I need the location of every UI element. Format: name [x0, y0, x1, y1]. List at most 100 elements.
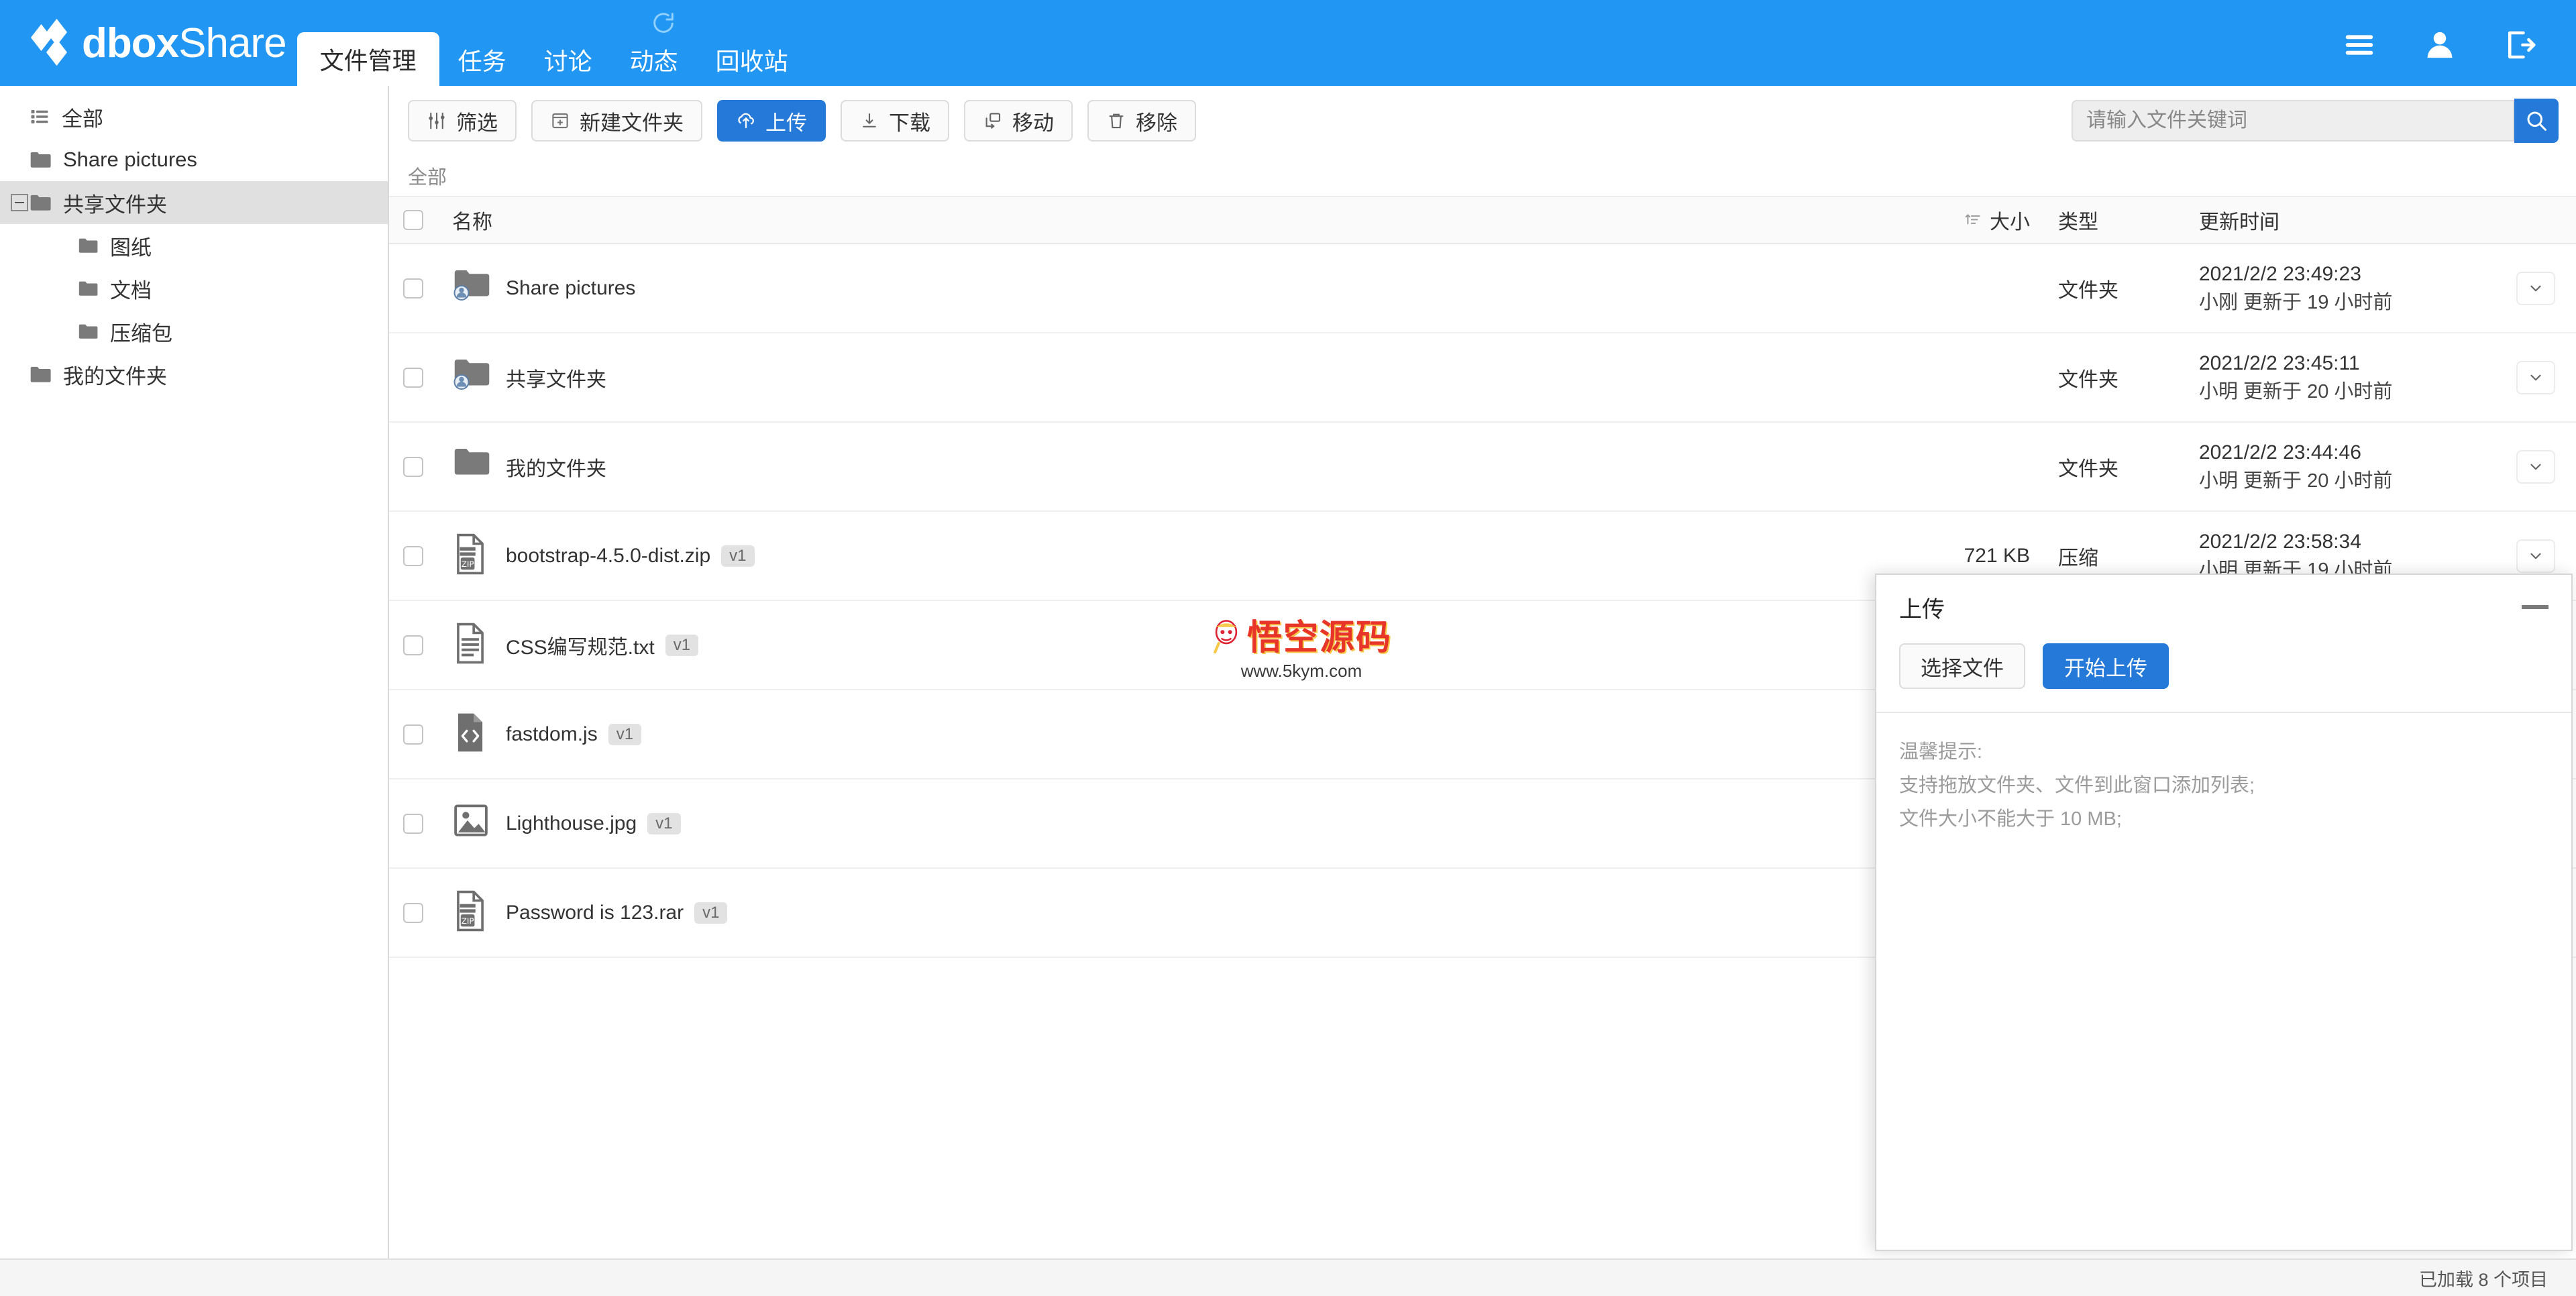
file-name: Lighthouse.jpg	[506, 812, 637, 834]
start-upload-button[interactable]: 开始上传	[2043, 643, 2169, 689]
folder-shared-icon	[452, 355, 492, 400]
tab-tasks[interactable]: 任务	[439, 34, 525, 86]
brand-text: dboxShare	[82, 20, 287, 66]
row-checkbox[interactable]	[403, 813, 423, 834]
download-icon	[863, 113, 876, 127]
brand-bold: dbox	[82, 20, 179, 66]
brand: dboxShare	[0, 19, 287, 86]
file-name: 共享文件夹	[506, 368, 606, 391]
column-header-size[interactable]: 大小	[1905, 205, 2046, 235]
user-icon[interactable]	[2422, 27, 2458, 63]
tip-line-2: 文件大小不能大于 10 MB;	[1899, 808, 2122, 830]
sidebar-item-all[interactable]: 全部	[0, 95, 388, 138]
row-type: 文件夹	[2058, 368, 2118, 391]
sidebar-item-documents[interactable]: 文档	[0, 267, 388, 310]
filter-button[interactable]: 筛选	[408, 100, 517, 142]
image-icon	[452, 801, 492, 847]
table-row[interactable]: Share pictures 文件夹 2021/2/2 23:49:23 小刚 …	[389, 244, 2576, 333]
tab-file-management[interactable]: 文件管理	[297, 32, 439, 86]
row-menu-button[interactable]	[2516, 271, 2555, 305]
row-checkbox[interactable]	[403, 545, 423, 566]
tab-recycle-bin[interactable]: 回收站	[697, 34, 807, 86]
loading-spinner-icon	[653, 13, 674, 33]
row-size: 721 KB	[1964, 544, 2030, 567]
chevron-down-icon	[2530, 464, 2541, 470]
tab-discussion[interactable]: 讨论	[525, 34, 611, 86]
row-name-cell: Lighthouse.jpg v1	[437, 801, 1905, 847]
row-checkbox[interactable]	[403, 902, 423, 923]
row-actions	[2496, 539, 2576, 573]
search-input[interactable]	[2072, 100, 2514, 142]
trash-icon	[1109, 113, 1124, 129]
new-folder-button[interactable]: 新建文件夹	[531, 100, 702, 142]
row-time: 2021/2/2 23:44:46 小明 更新于 20 小时前	[2180, 438, 2496, 496]
logout-icon[interactable]	[2502, 27, 2538, 63]
row-menu-button[interactable]	[2516, 539, 2555, 573]
folder-icon	[30, 366, 51, 383]
upload-button[interactable]: 上传	[717, 100, 826, 142]
column-header-name[interactable]: 名称	[437, 205, 1905, 235]
sidebar-item-share-pictures[interactable]: Share pictures	[0, 138, 388, 181]
breadcrumb[interactable]: 全部	[389, 156, 2576, 197]
minimize-icon[interactable]	[2522, 605, 2548, 609]
toolbar: 筛选 新建文件夹 上传 下载 移动 移除 请输入文件关键词	[389, 86, 2576, 156]
row-checkbox[interactable]	[403, 367, 423, 388]
row-checkbox[interactable]	[403, 278, 423, 299]
sidebar-item-archives[interactable]: 压缩包	[0, 310, 388, 353]
sidebar-item-my-folder[interactable]: 我的文件夹	[0, 353, 388, 396]
status-bar-text: 已加载 8 个项目	[2418, 1269, 2548, 1290]
column-header-size-label: 大小	[1990, 211, 2030, 233]
column-header-time[interactable]: 更新时间	[2180, 205, 2496, 235]
row-checkbox[interactable]	[403, 456, 423, 477]
tree-collapse-toggle[interactable]	[11, 194, 28, 211]
file-name: Share pictures	[506, 276, 636, 299]
table-row[interactable]: 我的文件夹 文件夹 2021/2/2 23:44:46 小明 更新于 20 小时…	[389, 423, 2576, 512]
row-menu-button[interactable]	[2516, 449, 2555, 484]
search-button[interactable]	[2514, 99, 2559, 143]
search-icon	[2527, 111, 2546, 131]
file-name: 我的文件夹	[506, 457, 606, 480]
zip-icon: ZIP	[452, 533, 492, 579]
row-name-cell: CSS编写规范.txt v1	[437, 623, 1905, 668]
download-button[interactable]: 下载	[841, 100, 949, 142]
row-checkbox[interactable]	[403, 724, 423, 745]
choose-file-button[interactable]: 选择文件	[1899, 643, 2025, 689]
row-menu-button[interactable]	[2516, 360, 2555, 394]
table-row[interactable]: 共享文件夹 文件夹 2021/2/2 23:45:11 小明 更新于 20 小时…	[389, 333, 2576, 423]
nav-tabs: 文件管理 任务 讨论 动态 回收站	[297, 0, 807, 86]
row-timestamp: 2021/2/2 23:45:11	[2199, 352, 2360, 374]
row-checkbox-cell	[389, 635, 437, 655]
upload-button-label: 上传	[765, 111, 807, 135]
row-updated-by: 小明 更新于 20 小时前	[2199, 470, 2393, 492]
row-updated-by: 小明 更新于 20 小时前	[2199, 381, 2393, 403]
row-time: 2021/2/2 23:45:11 小明 更新于 20 小时前	[2180, 349, 2496, 407]
version-badge: v1	[694, 902, 728, 924]
upload-dialog-actions: 选择文件 开始上传	[1876, 639, 2571, 713]
file-name: CSS编写规范.txt	[506, 636, 655, 659]
sort-icon	[1965, 214, 1980, 225]
version-badge: v1	[721, 545, 755, 567]
column-header-type[interactable]: 类型	[2046, 205, 2180, 235]
remove-button-label: 移除	[1136, 111, 1177, 135]
svg-text:ZIP: ZIP	[462, 559, 474, 569]
zip-icon: ZIP	[452, 890, 492, 936]
sidebar-item-drawings[interactable]: 图纸	[0, 224, 388, 267]
code-icon	[452, 712, 492, 757]
menu-icon[interactable]	[2341, 27, 2377, 63]
remove-button[interactable]: 移除	[1087, 100, 1196, 142]
brand-thin: Share	[178, 20, 286, 66]
row-time: 2021/2/2 23:49:23 小刚 更新于 19 小时前	[2180, 260, 2496, 317]
new-folder-button-label: 新建文件夹	[580, 111, 684, 135]
row-actions	[2496, 360, 2576, 394]
tab-activity[interactable]: 动态	[611, 34, 697, 86]
header-actions	[2341, 27, 2576, 86]
select-all-checkbox[interactable]	[403, 210, 423, 230]
download-button-label: 下载	[889, 111, 930, 135]
sidebar-item-label: 我的文件夹	[63, 364, 167, 388]
list-icon	[30, 107, 50, 127]
sidebar-item-shared-folder[interactable]: 共享文件夹	[0, 181, 388, 224]
row-checkbox[interactable]	[403, 635, 423, 655]
filter-button-label: 筛选	[456, 111, 498, 135]
status-bar: 已加载 8 个项目	[0, 1258, 2576, 1296]
move-button[interactable]: 移动	[964, 100, 1073, 142]
